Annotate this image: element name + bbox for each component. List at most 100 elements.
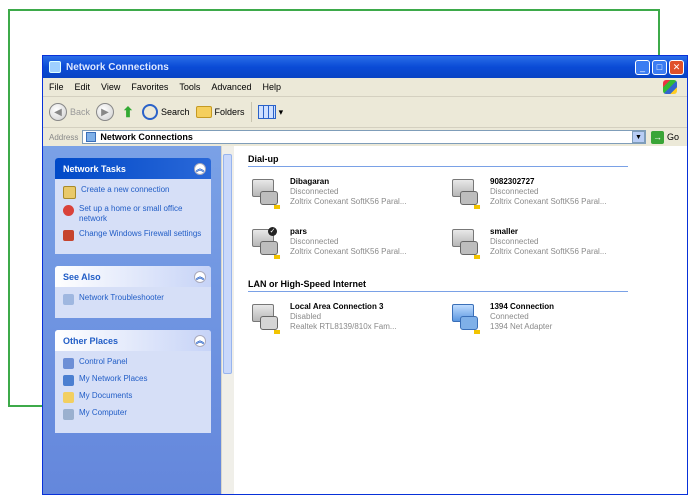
task-label: Create a new connection xyxy=(81,185,170,194)
menu-tools[interactable]: Tools xyxy=(179,82,200,92)
network-tasks-title: Network Tasks xyxy=(63,163,126,174)
folders-button[interactable]: Folders xyxy=(195,106,245,118)
close-button[interactable]: ✕ xyxy=(669,59,684,75)
network-tasks-header[interactable]: Network Tasks ︽ xyxy=(55,158,211,179)
connection-name: Dibagaran xyxy=(290,177,330,186)
scrollbar-thumb[interactable] xyxy=(223,154,232,374)
connection-status: Disconnected xyxy=(290,187,339,196)
other-places-panel: Other Places ︽ Control Panel My Network … xyxy=(55,330,211,433)
task-label: Network Troubleshooter xyxy=(79,293,164,302)
network-window-icon xyxy=(49,61,61,73)
menu-advanced[interactable]: Advanced xyxy=(211,82,251,92)
network-places-icon xyxy=(63,375,74,386)
menu-favorites[interactable]: Favorites xyxy=(131,82,168,92)
search-button[interactable]: Search xyxy=(142,104,190,120)
task-label: Set up a home or small office network xyxy=(79,204,183,223)
see-also-panel: See Also ︽ Network Troubleshooter xyxy=(55,266,211,318)
group-header-lan: LAN or High-Speed Internet xyxy=(248,279,628,292)
lan-connection-icon xyxy=(448,302,482,336)
search-label: Search xyxy=(161,107,190,117)
computer-icon xyxy=(63,409,74,420)
connection-device: Realtek RTL8139/810x Fam... xyxy=(290,322,397,331)
control-panel-icon xyxy=(63,358,74,369)
menu-help[interactable]: Help xyxy=(262,82,281,92)
task-pane-scrollbar[interactable] xyxy=(221,146,234,494)
see-also-title: See Also xyxy=(63,271,101,282)
connection-name: smaller xyxy=(490,227,519,236)
connection-device: Zoltrix Conexant SoftK56 Paral... xyxy=(290,197,407,206)
place-control-panel[interactable]: Control Panel xyxy=(63,357,203,369)
address-value: Network Connections xyxy=(100,132,193,142)
address-dropdown-icon[interactable]: ▼ xyxy=(631,131,645,143)
connection-item[interactable]: 9082302727 Disconnected Zoltrix Conexant… xyxy=(448,177,648,211)
firewall-icon xyxy=(63,230,74,241)
collapse-chevron-icon[interactable]: ︽ xyxy=(194,162,206,175)
dialup-group: Dibagaran Disconnected Zoltrix Conexant … xyxy=(248,177,687,261)
collapse-chevron-icon[interactable]: ︽ xyxy=(194,270,206,283)
title-bar[interactable]: Network Connections _ □ ✕ xyxy=(43,56,687,78)
task-pane: Network Tasks ︽ Create a new connection … xyxy=(43,146,221,494)
connection-status: Disconnected xyxy=(490,237,539,246)
connection-status: Connected xyxy=(490,312,529,321)
task-troubleshooter[interactable]: Network Troubleshooter xyxy=(63,293,203,305)
views-icon xyxy=(257,105,276,119)
folder-icon xyxy=(195,106,212,118)
windows-flag-icon xyxy=(663,80,677,94)
other-places-title: Other Places xyxy=(63,335,119,346)
task-firewall[interactable]: Change Windows Firewall settings xyxy=(63,229,203,241)
connections-list: Dial-up Dibagaran Disconnected Zoltrix C… xyxy=(234,146,687,494)
forward-button[interactable]: ▶ xyxy=(96,103,115,121)
collapse-chevron-icon[interactable]: ︽ xyxy=(194,334,206,347)
place-network-places[interactable]: My Network Places xyxy=(63,374,203,386)
toolbar-separator xyxy=(250,102,252,122)
documents-icon xyxy=(63,392,74,403)
task-label: Change Windows Firewall settings xyxy=(79,229,202,238)
task-create-connection[interactable]: Create a new connection xyxy=(63,185,203,199)
menu-file[interactable]: File xyxy=(49,82,64,92)
dialup-connection-icon xyxy=(448,227,482,261)
connection-status: Disconnected xyxy=(290,237,339,246)
place-my-documents[interactable]: My Documents xyxy=(63,391,203,403)
connection-item[interactable]: ✓ pars Disconnected Zoltrix Conexant Sof… xyxy=(248,227,448,261)
up-folder-button[interactable]: ⬆ xyxy=(120,104,136,120)
frame-line-right xyxy=(658,9,660,57)
connection-item[interactable]: Local Area Connection 3 Disabled Realtek… xyxy=(248,302,448,336)
minimize-button[interactable]: _ xyxy=(635,59,650,75)
maximize-button[interactable]: □ xyxy=(652,59,667,75)
network-connections-icon xyxy=(86,132,97,142)
back-button[interactable]: ◀ Back xyxy=(49,103,90,121)
toolbar: ◀ Back ▶ ⬆ Search Folders ▾ xyxy=(43,97,687,128)
menu-edit[interactable]: Edit xyxy=(75,82,91,92)
frame-line-bottom xyxy=(8,405,44,407)
go-button[interactable]: → Go xyxy=(650,130,679,144)
go-label: Go xyxy=(666,132,679,142)
connection-device: Zoltrix Conexant SoftK56 Paral... xyxy=(490,247,607,256)
forward-arrow-icon: ▶ xyxy=(96,103,115,121)
body-area: Network Tasks ︽ Create a new connection … xyxy=(43,146,687,494)
default-check-icon: ✓ xyxy=(268,227,277,236)
menu-view[interactable]: View xyxy=(101,82,120,92)
dialup-connection-icon: ✓ xyxy=(248,227,282,261)
other-places-header[interactable]: Other Places ︽ xyxy=(55,330,211,351)
views-dropdown-icon: ▾ xyxy=(278,106,284,117)
connection-status: Disabled xyxy=(290,312,322,321)
connection-name: 1394 Connection xyxy=(490,302,555,311)
frame-line-top xyxy=(8,9,660,11)
frame-line-left xyxy=(8,9,10,407)
folders-label: Folders xyxy=(214,107,245,117)
dialup-connection-icon xyxy=(248,177,282,211)
views-button[interactable]: ▾ xyxy=(257,105,284,119)
connection-item[interactable]: 1394 Connection Connected 1394 Net Adapt… xyxy=(448,302,648,336)
address-input[interactable]: Network Connections ▼ xyxy=(82,130,646,144)
connection-name: pars xyxy=(290,227,307,236)
connection-item[interactable]: smaller Disconnected Zoltrix Conexant So… xyxy=(448,227,648,261)
place-my-computer[interactable]: My Computer xyxy=(63,408,203,420)
dialup-connection-icon xyxy=(448,177,482,211)
place-label: Control Panel xyxy=(79,357,128,366)
window-title: Network Connections xyxy=(66,61,169,73)
group-header-dialup: Dial-up xyxy=(248,154,628,167)
connection-item[interactable]: Dibagaran Disconnected Zoltrix Conexant … xyxy=(248,177,448,211)
task-home-network[interactable]: Set up a home or small office network xyxy=(63,204,203,224)
see-also-header[interactable]: See Also ︽ xyxy=(55,266,211,287)
troubleshooter-icon xyxy=(63,294,74,305)
